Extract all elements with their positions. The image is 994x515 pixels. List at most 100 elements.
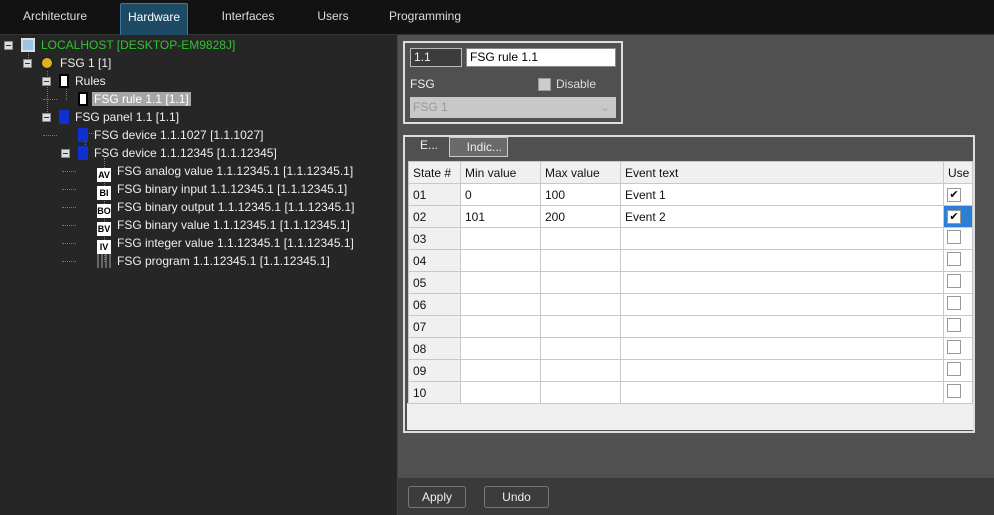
collapse-toggle[interactable] [4, 41, 13, 50]
col-event: Event text [620, 161, 944, 184]
use-checkbox[interactable] [947, 362, 961, 376]
use-cell[interactable] [943, 293, 973, 316]
state-cell[interactable]: 01 [408, 183, 461, 206]
use-checkbox[interactable] [947, 252, 961, 266]
max-value-cell[interactable] [540, 337, 621, 360]
tree-item[interactable]: BO FSG binary output 1.1.12345.1 [1.1.123… [97, 198, 357, 218]
min-value-cell[interactable] [460, 227, 541, 250]
state-cell[interactable]: 06 [408, 293, 461, 316]
event-text-cell[interactable] [620, 249, 944, 272]
min-value-cell[interactable] [460, 359, 541, 382]
max-value-cell[interactable] [540, 315, 621, 338]
use-cell[interactable] [943, 381, 973, 404]
max-value-cell[interactable] [540, 293, 621, 316]
tree-item[interactable]: IV FSG integer value 1.1.12345.1 [1.1.123… [97, 234, 356, 254]
min-value-cell[interactable] [460, 315, 541, 338]
table-row: 08 [408, 337, 973, 360]
state-cell[interactable]: 03 [408, 227, 461, 250]
event-text-cell[interactable]: Event 2 [620, 205, 944, 228]
state-cell[interactable]: 07 [408, 315, 461, 338]
use-checkbox[interactable] [947, 274, 961, 288]
max-value-cell[interactable] [540, 227, 621, 250]
tree-item[interactable]: FSG device 1.1.1027 [1.1.1027] [78, 126, 265, 144]
tree-item[interactable]: FSG rule 1.1 [1.1] [78, 90, 191, 108]
state-cell[interactable]: 04 [408, 249, 461, 272]
event-text-cell[interactable]: Event 1 [620, 183, 944, 206]
max-value-cell[interactable]: 200 [540, 205, 621, 228]
tab-events[interactable]: E... [420, 138, 438, 152]
use-cell[interactable] [943, 315, 973, 338]
tab-indicators[interactable]: Indic... [449, 137, 508, 157]
table-row: 01 0 100 Event 1 ✔ [408, 183, 973, 206]
state-cell[interactable]: 02 [408, 205, 461, 228]
min-value-cell[interactable] [460, 337, 541, 360]
event-text-cell[interactable] [620, 359, 944, 382]
use-cell[interactable] [943, 227, 973, 250]
use-checkbox[interactable] [947, 384, 961, 398]
event-text-cell[interactable] [620, 381, 944, 404]
tree-item[interactable]: Rules [59, 72, 108, 90]
program-icon [97, 254, 111, 268]
event-text-cell[interactable] [620, 293, 944, 316]
min-value-cell[interactable] [460, 293, 541, 316]
tab-programming[interactable]: Programming [385, 3, 465, 35]
event-text-cell[interactable] [620, 315, 944, 338]
apply-button[interactable]: Apply [408, 486, 466, 508]
tree-item[interactable]: AV FSG analog value 1.1.12345.1 [1.1.1234… [97, 162, 355, 182]
col-min: Min value [460, 161, 541, 184]
use-cell[interactable] [943, 271, 973, 294]
event-text-cell[interactable] [620, 271, 944, 294]
use-checkbox[interactable] [947, 318, 961, 332]
use-cell[interactable] [943, 249, 973, 272]
use-cell[interactable] [943, 359, 973, 382]
state-cell[interactable]: 10 [408, 381, 461, 404]
tree-item[interactable]: LOCALHOST [DESKTOP-EM9828J] [21, 36, 237, 54]
use-cell[interactable]: ✔ [943, 205, 973, 228]
tab-hardware[interactable]: Hardware [120, 3, 188, 35]
tree-item-label: FSG analog value 1.1.12345.1 [1.1.12345.… [117, 164, 354, 178]
use-checkbox-checked[interactable]: ✔ [947, 210, 961, 224]
state-cell[interactable]: 05 [408, 271, 461, 294]
tree-item[interactable]: FSG program 1.1.12345.1 [1.1.12345.1] [97, 252, 332, 270]
max-value-cell[interactable] [540, 271, 621, 294]
fsg-select-value: FSG 1 [413, 100, 448, 114]
collapse-toggle[interactable] [42, 77, 51, 86]
min-value-cell[interactable] [460, 271, 541, 294]
max-value-cell[interactable] [540, 381, 621, 404]
tab-interfaces[interactable]: Interfaces [212, 3, 284, 35]
tree-item[interactable]: BI FSG binary input 1.1.12345.1 [1.1.1234… [97, 180, 349, 200]
tab-users[interactable]: Users [310, 3, 356, 35]
tree-item[interactable]: BV FSG binary value 1.1.12345.1 [1.1.1234… [97, 216, 352, 236]
collapse-toggle[interactable] [23, 59, 32, 68]
use-checkbox[interactable] [947, 296, 961, 310]
fsg-select[interactable]: FSG 1 ⌄ [410, 97, 616, 118]
use-cell[interactable]: ✔ [943, 183, 973, 206]
undo-button[interactable]: Undo [484, 486, 549, 508]
min-value-cell[interactable]: 101 [460, 205, 541, 228]
tree-item[interactable]: FSG panel 1.1 [1.1] [59, 108, 181, 126]
use-cell[interactable] [943, 337, 973, 360]
min-value-cell[interactable] [460, 249, 541, 272]
tree-item[interactable]: FSG device 1.1.12345 [1.1.12345] [78, 144, 279, 162]
disable-checkbox[interactable]: Disable [538, 77, 596, 91]
min-value-cell[interactable]: 0 [460, 183, 541, 206]
state-cell[interactable]: 08 [408, 337, 461, 360]
rule-name-field[interactable]: FSG rule 1.1 [466, 48, 616, 67]
rule-id-field[interactable]: 1.1 [410, 48, 462, 67]
state-cell[interactable]: 09 [408, 359, 461, 382]
use-checkbox-checked[interactable]: ✔ [947, 188, 961, 202]
max-value-cell[interactable]: 100 [540, 183, 621, 206]
max-value-cell[interactable] [540, 249, 621, 272]
collapse-toggle[interactable] [61, 149, 70, 158]
collapse-toggle[interactable] [42, 113, 51, 122]
use-checkbox[interactable] [947, 230, 961, 244]
use-checkbox[interactable] [947, 340, 961, 354]
top-tab-bar: Architecture Hardware Interfaces Users P… [0, 0, 994, 35]
chevron-down-icon: ⌄ [599, 100, 610, 114]
max-value-cell[interactable] [540, 359, 621, 382]
event-text-cell[interactable] [620, 337, 944, 360]
min-value-cell[interactable] [460, 381, 541, 404]
tree-item[interactable]: FSG 1 [1] [40, 54, 113, 72]
event-text-cell[interactable] [620, 227, 944, 250]
tab-architecture[interactable]: Architecture [12, 3, 98, 35]
